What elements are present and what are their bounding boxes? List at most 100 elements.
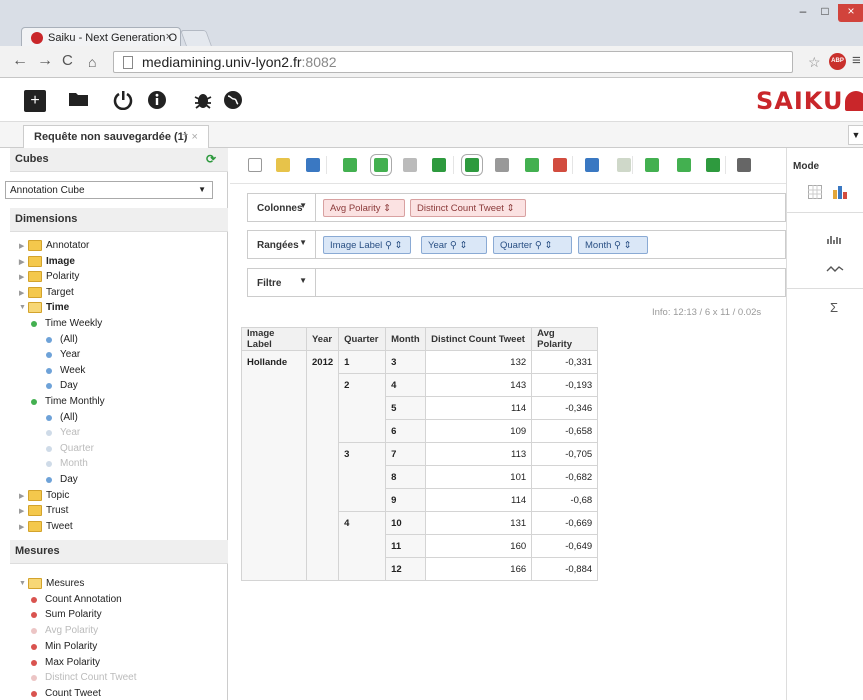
measure-item[interactable]: Avg Polarity: [10, 624, 228, 640]
measure-chip[interactable]: Distinct Count Tweet ⇕: [410, 199, 526, 217]
row-header-image-label[interactable]: Hollande: [241, 350, 307, 581]
row-header-month[interactable]: 11: [385, 534, 427, 558]
filter-icon[interactable]: ⚲: [614, 240, 621, 251]
logout-icon[interactable]: [112, 90, 134, 112]
collapsed-arrow-icon[interactable]: ▶: [19, 289, 24, 297]
collapsed-arrow-icon[interactable]: ▶: [19, 242, 24, 250]
dimension-chip[interactable]: Quarter ⚲ ⇕: [493, 236, 572, 254]
toggle-fields-icon[interactable]: [403, 158, 417, 172]
automatic-execution-icon[interactable]: [370, 154, 392, 176]
close-query-tab-icon[interactable]: ×: [191, 131, 197, 143]
dimension-trust[interactable]: ▶ Trust: [10, 504, 228, 520]
level-item[interactable]: Day: [10, 473, 228, 489]
column-header[interactable]: Month: [385, 327, 427, 351]
filter-icon[interactable]: ⚲: [535, 240, 542, 251]
column-header[interactable]: Image Label: [241, 327, 307, 351]
reload-button[interactable]: C: [62, 52, 73, 69]
minimize-button[interactable]: –: [793, 4, 813, 22]
columns-zone[interactable]: Colonnes ▼ Avg Polarity ⇕ Distinct Count …: [247, 193, 786, 222]
bug-report-icon[interactable]: [192, 90, 214, 112]
export-xls-icon[interactable]: [645, 158, 659, 172]
row-header-month[interactable]: 4: [385, 373, 427, 397]
non-empty-icon[interactable]: [432, 158, 446, 172]
row-header-month[interactable]: 9: [385, 488, 427, 512]
open-query-icon[interactable]: [68, 90, 90, 112]
browser-menu-icon[interactable]: ≡: [852, 52, 861, 69]
columns-dropdown-icon[interactable]: ▼: [299, 201, 307, 210]
column-header[interactable]: Quarter: [338, 327, 387, 351]
dimension-target[interactable]: ▶ Target: [10, 286, 228, 302]
adblock-plus-icon[interactable]: ABP: [829, 53, 846, 70]
export-excel-icon[interactable]: [706, 158, 720, 172]
dimension-chip[interactable]: Month ⚲ ⇕: [578, 236, 648, 254]
hierarchy-item[interactable]: Time Monthly: [10, 395, 228, 411]
dimension-time[interactable]: ▼ Time: [10, 301, 228, 317]
column-header[interactable]: Avg Polarity: [531, 327, 599, 351]
dimension-topic[interactable]: ▶ Topic: [10, 489, 228, 505]
dimension-annotator[interactable]: ▶ Annotator: [10, 239, 228, 255]
close-window-button[interactable]: ×: [838, 4, 863, 22]
level-item[interactable]: (All): [10, 333, 228, 349]
export-csv-icon[interactable]: [677, 158, 691, 172]
dimension-image[interactable]: ▶ Image: [10, 255, 228, 271]
filter-icon[interactable]: ⚲: [450, 240, 457, 251]
level-item[interactable]: Quarter: [10, 442, 228, 458]
collapsed-arrow-icon[interactable]: ▶: [19, 507, 24, 515]
column-header[interactable]: Year: [305, 327, 340, 351]
open-icon[interactable]: [276, 158, 290, 172]
new-tab-button[interactable]: [180, 30, 212, 46]
measure-item[interactable]: Max Polarity: [10, 656, 228, 672]
sort-icon[interactable]: ⇕: [544, 240, 552, 251]
level-item[interactable]: Year: [10, 426, 228, 442]
sort-icon[interactable]: ⇕: [383, 203, 391, 214]
tab-unsaved-query[interactable]: Requête non sauvegardée (1) ×: [23, 125, 209, 148]
level-item[interactable]: (All): [10, 411, 228, 427]
table-mode-icon[interactable]: [808, 185, 822, 202]
collapsed-arrow-icon[interactable]: ▶: [19, 523, 24, 531]
trend-icon[interactable]: [826, 262, 844, 277]
rows-zone[interactable]: Rangées ▼ Image Label ⚲ ⇕ Year ⚲ ⇕ Quarter…: [247, 230, 786, 259]
statistics-icon[interactable]: [827, 232, 843, 247]
help-icon[interactable]: [737, 158, 751, 172]
row-header-month[interactable]: 12: [385, 557, 427, 581]
row-header-quarter[interactable]: 2: [338, 373, 387, 443]
swap-axis-icon[interactable]: [461, 154, 483, 176]
measure-item[interactable]: Count Tweet: [10, 687, 228, 700]
collapsed-arrow-icon[interactable]: ▶: [19, 258, 24, 266]
expanded-arrow-icon[interactable]: ▼: [19, 580, 26, 587]
measure-item[interactable]: Sum Polarity: [10, 608, 228, 624]
save-icon[interactable]: [306, 158, 320, 172]
bookmark-star-icon[interactable]: ☆: [808, 54, 821, 71]
column-header[interactable]: Distinct Count Tweet: [425, 327, 533, 351]
row-header-month[interactable]: 6: [385, 419, 427, 443]
dimension-chip[interactable]: Year ⚲ ⇕: [421, 236, 487, 254]
sum-icon[interactable]: Σ: [830, 300, 838, 315]
level-item[interactable]: Day: [10, 379, 228, 395]
dimension-chip[interactable]: Image Label ⚲ ⇕: [323, 236, 411, 254]
row-header-month[interactable]: 10: [385, 511, 427, 535]
rows-dropdown-icon[interactable]: ▼: [299, 238, 307, 247]
back-button[interactable]: ←: [12, 52, 28, 70]
explain-icon[interactable]: [585, 158, 599, 172]
row-header-month[interactable]: 5: [385, 396, 427, 420]
filter-icon[interactable]: ⚲: [385, 240, 392, 251]
dimension-tweet[interactable]: ▶ Tweet: [10, 520, 228, 536]
level-item[interactable]: Week: [10, 364, 228, 380]
about-icon[interactable]: [146, 90, 168, 112]
filter-zone[interactable]: Filtre ▼: [247, 268, 786, 297]
measure-item[interactable]: Count Annotation: [10, 593, 228, 609]
home-button[interactable]: ⌂: [88, 54, 96, 70]
measure-chip[interactable]: Avg Polarity ⇕: [323, 199, 405, 217]
measure-item[interactable]: Distinct Count Tweet: [10, 671, 228, 687]
url-input[interactable]: mediamining.univ-lyon2.fr:8082: [113, 51, 793, 73]
hierarchy-item[interactable]: Time Weekly: [10, 317, 228, 333]
measure-item[interactable]: Min Polarity: [10, 640, 228, 656]
measures-group[interactable]: ▼ Mesures: [10, 577, 228, 593]
collapsed-arrow-icon[interactable]: ▶: [19, 492, 24, 500]
refresh-cubes-icon[interactable]: ⟳: [206, 152, 216, 166]
row-header-year[interactable]: 2012: [305, 350, 340, 581]
row-header-quarter[interactable]: 3: [338, 442, 387, 512]
add-query-tab-button[interactable]: +: [182, 129, 188, 141]
sort-icon[interactable]: ⇕: [395, 240, 403, 251]
globe-icon[interactable]: [222, 90, 244, 112]
